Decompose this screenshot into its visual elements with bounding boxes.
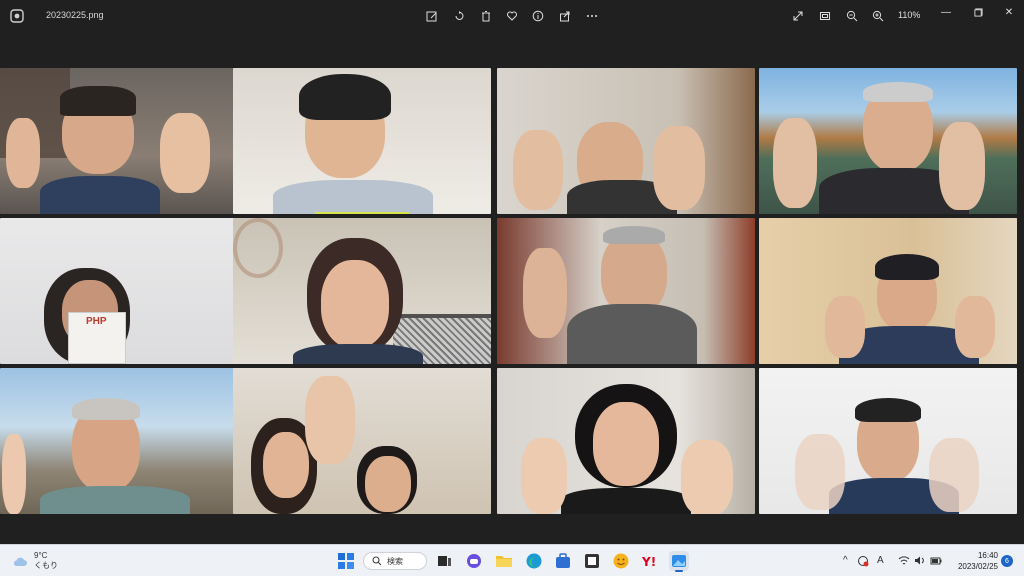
minimize-button[interactable]: — — [931, 4, 961, 20]
chat-icon[interactable] — [464, 551, 484, 571]
zoom-out-icon[interactable] — [844, 8, 860, 24]
file-explorer-icon[interactable] — [494, 551, 514, 571]
emoji-app-icon[interactable] — [611, 551, 631, 571]
yahoo-icon[interactable]: Y! — [640, 551, 660, 571]
info-icon[interactable] — [530, 8, 546, 24]
participant-tile[interactable]: PHP — [0, 218, 258, 364]
taskbar: 9°C くもり 検索 Y! ^ A 16:40 2023/02/25 6 — [0, 544, 1024, 576]
share-icon[interactable] — [557, 8, 573, 24]
weather-description: くもり — [34, 561, 58, 570]
photos-app-icon — [10, 9, 24, 23]
participant-tile[interactable] — [233, 368, 491, 514]
chevron-up-icon[interactable]: ^ — [843, 555, 848, 566]
file-name: 20230225.png — [46, 10, 104, 20]
clock[interactable]: 16:40 2023/02/25 — [946, 550, 998, 572]
close-button[interactable]: ✕ — [994, 4, 1024, 20]
fit-icon[interactable] — [817, 8, 833, 24]
participant-tile[interactable] — [759, 368, 1017, 514]
rotate-icon[interactable] — [451, 8, 467, 24]
security-icon[interactable] — [857, 555, 869, 570]
snipping-icon[interactable] — [582, 551, 602, 571]
search-icon — [372, 556, 382, 566]
title-bar: 20230225.png 110% — ✕ — [0, 0, 1024, 32]
svg-text:Y!: Y! — [641, 555, 656, 569]
clock-time: 16:40 — [977, 551, 998, 560]
participant-tile-active[interactable] — [759, 218, 1017, 364]
participant-tile[interactable] — [0, 368, 258, 514]
participant-tile[interactable] — [497, 368, 755, 514]
video-grid: PHP — [0, 68, 1024, 514]
participant-tile[interactable] — [233, 68, 491, 214]
ime-indicator[interactable]: A — [877, 555, 884, 566]
participant-tile[interactable] — [497, 68, 755, 214]
search-label: 検索 — [387, 556, 403, 566]
store-icon[interactable] — [553, 551, 573, 571]
more-icon[interactable] — [584, 8, 600, 24]
book-cover-text: PHP — [86, 316, 107, 327]
notification-badge[interactable]: 6 — [1001, 555, 1013, 567]
photos-taskbar-icon[interactable] — [669, 551, 689, 572]
search-box[interactable]: 検索 — [363, 552, 427, 570]
delete-icon[interactable] — [478, 8, 494, 24]
clock-date: 2023/02/25 — [957, 562, 998, 571]
favorite-icon[interactable] — [504, 8, 520, 24]
maximize-button[interactable] — [963, 4, 993, 20]
start-icon[interactable] — [336, 551, 356, 571]
participant-tile[interactable] — [497, 218, 755, 364]
zoom-in-icon[interactable] — [870, 8, 886, 24]
photos-app-window: 20230225.png 110% — ✕ PHP — [0, 0, 1024, 544]
participant-tile[interactable] — [0, 68, 258, 214]
battery-icon[interactable] — [930, 555, 942, 569]
participant-tile[interactable] — [233, 218, 491, 364]
fullscreen-icon[interactable] — [790, 8, 806, 24]
volume-icon[interactable] — [914, 555, 926, 569]
edge-icon[interactable] — [524, 551, 544, 571]
task-view-icon[interactable] — [434, 551, 454, 571]
edit-icon[interactable] — [424, 8, 440, 24]
weather-temperature: 9°C — [34, 551, 48, 560]
participant-tile[interactable] — [759, 68, 1017, 214]
cloud-icon — [13, 557, 27, 566]
weather-widget[interactable]: 9°C くもり — [12, 551, 58, 571]
wifi-icon[interactable] — [898, 555, 910, 569]
zoom-level: 110% — [898, 10, 921, 20]
